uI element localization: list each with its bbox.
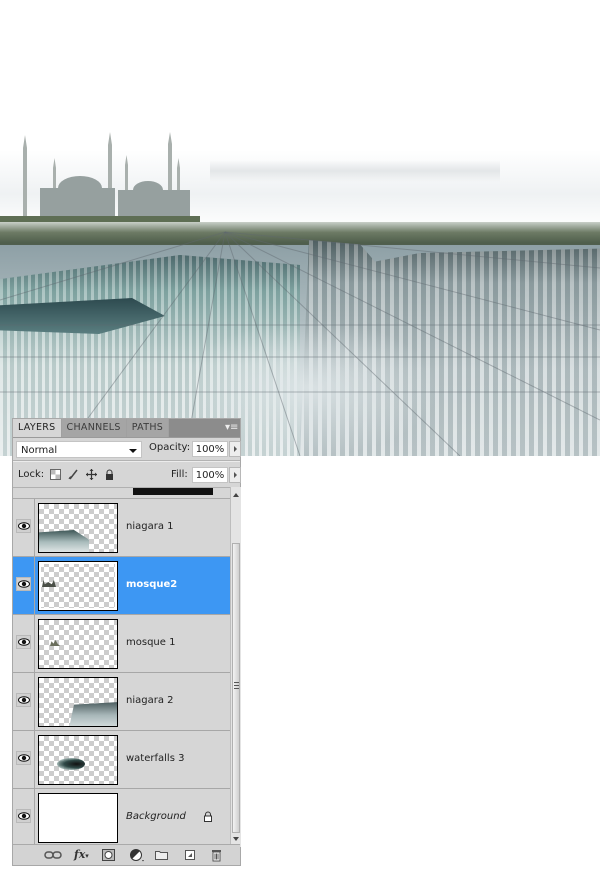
layer-name: niagara 1	[126, 521, 174, 532]
layer-name: waterfalls 3	[126, 753, 185, 764]
panel-tabbar: LAYERS CHANNELS PATHS ▾≡	[13, 419, 240, 438]
fill-slider-button[interactable]	[229, 467, 241, 483]
scrollbar-thumb[interactable]	[232, 543, 240, 833]
scroll-down-arrow-icon[interactable]	[233, 837, 239, 841]
fill-label: Fill:	[171, 469, 188, 480]
divider	[34, 615, 35, 672]
layers-bottom-toolbar: fx▾	[13, 844, 240, 865]
divider	[34, 731, 35, 788]
eye-icon	[18, 812, 30, 820]
layer-name: niagara 2	[126, 695, 174, 706]
eye-icon	[18, 638, 30, 646]
opacity-label: Opacity:	[149, 442, 191, 453]
adjustment-layer-icon[interactable]	[130, 848, 146, 862]
background-thumbnail	[38, 793, 118, 843]
niagara-2-thumbnail	[38, 677, 118, 727]
new-group-icon[interactable]	[155, 848, 168, 862]
link-layers-icon[interactable]	[44, 848, 62, 862]
opacity-input[interactable]: 100%	[192, 441, 228, 457]
mosque-1-thumbnail	[38, 619, 118, 669]
waterfalls-3-thumbnail	[38, 735, 118, 785]
layer-row[interactable]: niagara 2	[13, 673, 230, 731]
grip-icon	[234, 682, 239, 689]
layer-name: mosque2	[126, 579, 178, 590]
divider	[34, 789, 35, 846]
perspective-guides	[0, 231, 600, 456]
fill-input[interactable]: 100%	[192, 467, 228, 483]
opacity-slider-button[interactable]	[229, 441, 241, 457]
lock-label: Lock:	[18, 469, 45, 480]
lock-all-icon[interactable]	[104, 469, 115, 480]
layers-list: niagara 1 mosque2 mosque 1 niagara 2 wat…	[13, 487, 230, 848]
layer-list-top-partial	[13, 488, 230, 499]
layer-row-selected[interactable]: mosque2	[13, 557, 230, 615]
visibility-toggle[interactable]	[16, 809, 31, 823]
layers-panel: LAYERS CHANNELS PATHS ▾≡ Normal Opacity:…	[12, 418, 241, 866]
chevron-down-icon	[129, 448, 137, 453]
blend-opacity-row: Normal Opacity: 100%	[13, 438, 241, 460]
lock-position-icon[interactable]	[86, 469, 97, 480]
layers-scrollbar[interactable]	[230, 487, 241, 847]
divider	[34, 673, 35, 730]
eye-icon	[18, 580, 30, 588]
fx-label: fx	[74, 848, 86, 861]
eye-icon	[18, 522, 30, 530]
new-layer-icon[interactable]	[184, 848, 196, 862]
panel-menu-icon[interactable]: ▾≡	[225, 422, 238, 434]
blend-mode-value: Normal	[21, 444, 58, 456]
layer-row[interactable]: mosque 1	[13, 615, 230, 673]
partial-thumbnail	[133, 488, 213, 495]
layer-row[interactable]: niagara 1	[13, 499, 230, 557]
layer-name: mosque 1	[126, 637, 176, 648]
tab-layers[interactable]: LAYERS	[13, 419, 62, 437]
visibility-toggle[interactable]	[16, 693, 31, 707]
tab-paths[interactable]: PATHS	[126, 419, 170, 437]
fx-icon[interactable]: fx▾	[74, 848, 89, 862]
divider	[34, 557, 35, 614]
delete-layer-icon[interactable]	[211, 848, 222, 862]
visibility-toggle[interactable]	[16, 577, 31, 591]
layer-mask-icon[interactable]	[102, 848, 115, 862]
niagara-1-thumbnail	[38, 503, 118, 553]
lock-transparent-pixels-icon[interactable]	[50, 469, 61, 480]
visibility-toggle[interactable]	[16, 635, 31, 649]
scroll-up-arrow-icon[interactable]	[233, 493, 239, 497]
divider	[34, 499, 35, 556]
layer-row[interactable]: waterfalls 3	[13, 731, 230, 789]
visibility-toggle[interactable]	[16, 519, 31, 533]
blend-mode-select[interactable]: Normal	[16, 440, 142, 458]
mosque2-thumbnail	[38, 561, 118, 611]
lock-fill-row: Lock: Fill: 100%	[13, 462, 241, 488]
eye-icon	[18, 696, 30, 704]
lock-image-pixels-icon[interactable]	[68, 469, 79, 480]
eye-icon	[18, 754, 30, 762]
document-canvas[interactable]	[0, 0, 600, 456]
layer-row-background[interactable]: Background	[13, 789, 230, 847]
lock-icon	[204, 811, 212, 822]
visibility-toggle[interactable]	[16, 751, 31, 765]
layer-name: Background	[126, 811, 186, 822]
tab-channels[interactable]: CHANNELS	[61, 419, 127, 437]
